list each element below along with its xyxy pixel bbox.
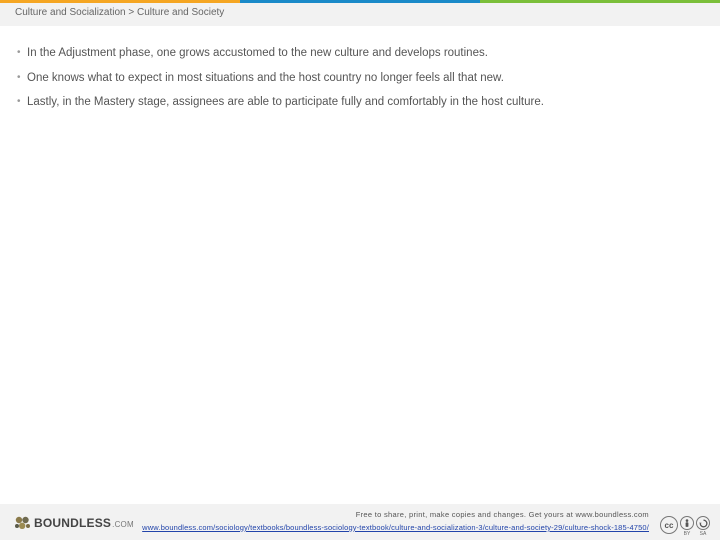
bullet-dot-icon: • bbox=[17, 71, 21, 83]
slide-footer: BOUNDLESS.COM Free to share, print, make… bbox=[0, 504, 720, 540]
share-note: Free to share, print, make copies and ch… bbox=[355, 510, 649, 519]
share-alike-group: SA bbox=[696, 516, 710, 537]
bullet-list: • In the Adjustment phase, one grows accu… bbox=[17, 46, 707, 120]
bullet-dot-icon: • bbox=[17, 96, 21, 107]
attribution-group: BY bbox=[680, 516, 694, 537]
bullet-item: • One knows what to expect in most situat… bbox=[17, 71, 707, 85]
share-alike-icon bbox=[696, 516, 710, 530]
bullet-text: Lastly, in the Mastery stage, assignees … bbox=[27, 96, 544, 108]
attribution-icon bbox=[680, 516, 694, 530]
bullet-item: • Lastly, in the Mastery stage, assignees… bbox=[17, 95, 707, 109]
slide-header: Culture and Socialization > Culture and … bbox=[0, 3, 720, 26]
bullet-text: One knows what to expect in most situati… bbox=[27, 71, 504, 84]
breadcrumb: Culture and Socialization > Culture and … bbox=[15, 7, 225, 18]
logo-text: BOUNDLESS.COM bbox=[34, 516, 134, 530]
bullet-dot-icon: • bbox=[17, 47, 21, 58]
cc-icon: cc bbox=[660, 516, 678, 534]
boundless-logo[interactable]: BOUNDLESS.COM bbox=[14, 515, 134, 531]
source-url-link[interactable]: www.boundless.com/sociology/textbooks/bo… bbox=[142, 523, 649, 532]
bullet-text: In the Adjustment phase, one grows accus… bbox=[27, 47, 488, 59]
bullet-item: • In the Adjustment phase, one grows accu… bbox=[17, 46, 707, 60]
attribution-label: BY bbox=[683, 531, 691, 537]
share-alike-label: SA bbox=[699, 531, 707, 537]
cc-license-badge[interactable]: cc BY SA bbox=[660, 516, 710, 537]
boundless-hexagon-icon bbox=[15, 516, 30, 529]
